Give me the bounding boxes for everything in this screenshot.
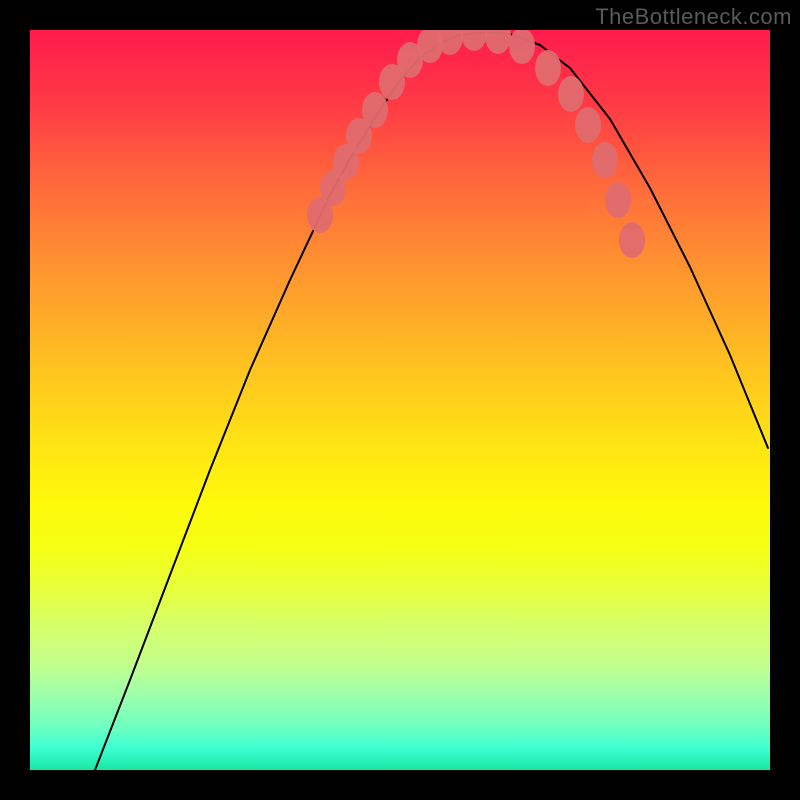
plot-area — [30, 30, 770, 770]
bead-marker — [575, 107, 601, 143]
curve-line — [95, 32, 768, 770]
chart-frame: TheBottleneck.com — [0, 0, 800, 800]
bead-marker — [485, 30, 511, 54]
watermark-text: TheBottleneck.com — [595, 4, 792, 30]
bead-marker — [461, 30, 487, 51]
bead-marker — [535, 50, 561, 86]
bead-marker — [509, 30, 535, 64]
bead-marker — [619, 222, 645, 258]
bead-marker — [558, 76, 584, 112]
chart-svg — [30, 30, 770, 770]
bead-marker — [592, 142, 618, 178]
bead-markers — [307, 30, 645, 258]
curve-path — [95, 32, 768, 770]
bead-marker — [362, 92, 388, 128]
bead-marker — [605, 182, 631, 218]
